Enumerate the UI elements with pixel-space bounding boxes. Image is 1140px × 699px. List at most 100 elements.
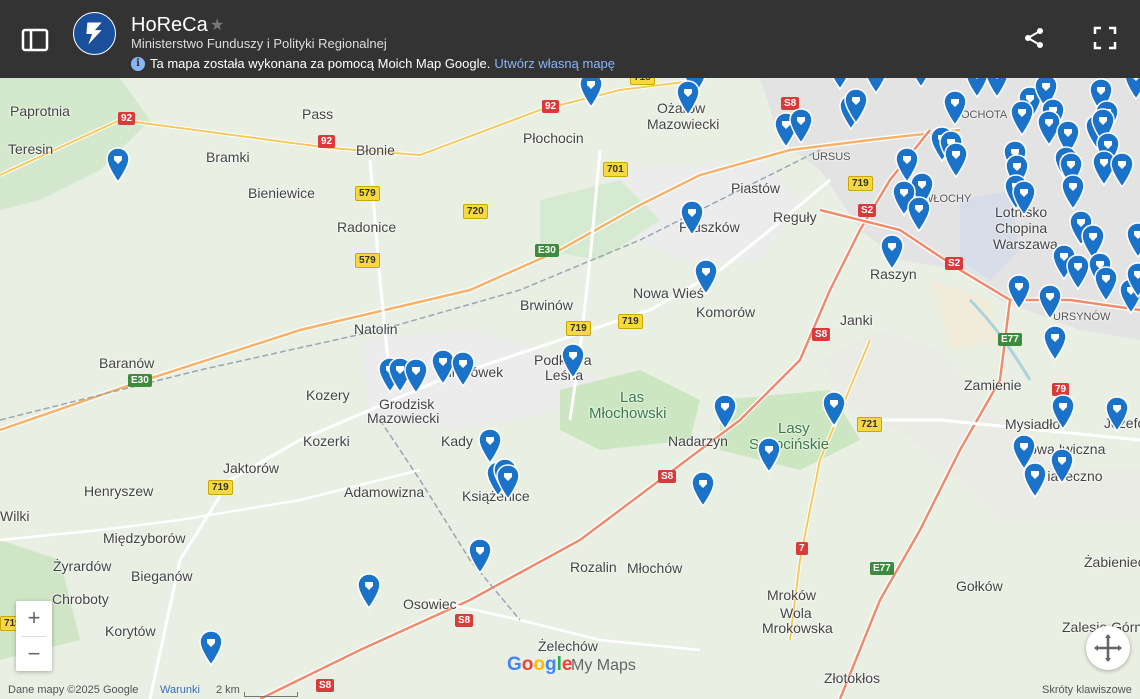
location-pin-icon[interactable] — [1010, 100, 1034, 137]
place-label: URSUS — [812, 151, 851, 163]
place-label: OCHOTA — [961, 109, 1008, 121]
location-pin-icon[interactable] — [713, 394, 737, 431]
location-pin-icon[interactable] — [1061, 174, 1085, 211]
location-pin-icon[interactable] — [909, 78, 933, 89]
place-label: Żelechów — [538, 638, 598, 654]
fullscreen-icon[interactable] — [1093, 26, 1117, 50]
location-pin-icon[interactable] — [944, 142, 968, 179]
info-icon: i — [131, 56, 145, 71]
location-pin-icon[interactable] — [1066, 254, 1090, 291]
location-pin-icon[interactable] — [943, 90, 967, 127]
place-label: Płochocin — [523, 130, 584, 146]
place-label: Kozery — [306, 387, 350, 403]
location-pin-icon[interactable] — [822, 391, 846, 428]
place-label: Natolin — [354, 321, 398, 337]
scale-label[interactable]: 2 km — [216, 684, 240, 696]
location-pin-icon[interactable] — [985, 78, 1009, 99]
location-pin-icon[interactable] — [1007, 274, 1031, 311]
my-location-button[interactable] — [1086, 626, 1130, 670]
place-label: Rozalin — [570, 559, 617, 575]
place-label: Osowiec — [403, 596, 457, 612]
road-number-badge: 92 — [318, 135, 336, 148]
keyboard-shortcuts-link[interactable]: Skróty klawiszowe — [1042, 684, 1132, 696]
share-icon[interactable] — [1022, 26, 1046, 50]
road-number-badge: 718 — [630, 78, 655, 85]
place-label: Chopina — [995, 220, 1048, 236]
road-number-badge: 7 — [796, 542, 808, 555]
map-canvas[interactable]: Paprotnia Teresin Pass Błonie Płochocin Ożaró… — [0, 78, 1140, 699]
place-label: Mazowiecki — [367, 410, 440, 426]
location-pin-icon[interactable] — [1110, 152, 1134, 189]
location-pin-icon[interactable] — [1050, 448, 1074, 485]
app-header: HoReCa ★ Ministerstwo Funduszy i Polityk… — [0, 0, 1140, 78]
place-label: Brwinów — [520, 297, 573, 313]
location-pin-icon[interactable] — [757, 437, 781, 474]
road-number-badge: S2 — [858, 204, 877, 217]
road-number-badge: 92 — [118, 112, 136, 125]
road-number-badge: 579 — [355, 186, 380, 201]
map-title: HoReCa — [131, 14, 208, 36]
place-label: Bieganów — [131, 568, 193, 584]
place-label: Komorów — [696, 304, 756, 320]
location-pin-icon[interactable] — [1038, 284, 1062, 321]
location-pin-icon[interactable] — [1051, 394, 1075, 431]
location-pin-icon[interactable] — [1124, 78, 1140, 101]
location-pin-icon[interactable] — [1023, 462, 1047, 499]
place-label: Gołków — [956, 578, 1003, 594]
road-number-badge: S8 — [455, 614, 474, 627]
place-label: Adamowizna — [344, 484, 425, 500]
location-pin-icon[interactable] — [828, 78, 852, 91]
location-pin-icon[interactable] — [404, 358, 428, 395]
location-pin-icon[interactable] — [579, 78, 603, 109]
road-number-badge: 721 — [857, 417, 882, 432]
location-pin-icon[interactable] — [680, 200, 704, 237]
location-pin-icon[interactable] — [1094, 266, 1118, 303]
map-attribution: Dane mapy ©2025 Google — [8, 684, 139, 696]
location-pin-icon[interactable] — [106, 147, 130, 184]
location-pin-icon[interactable] — [1043, 325, 1067, 362]
place-label: Błonie — [356, 142, 395, 158]
place-label: Młochów — [627, 560, 683, 576]
road-number-badge: E30 — [535, 244, 559, 257]
sidebar-toggle-icon[interactable] — [20, 26, 50, 54]
place-label: Paprotnia — [10, 103, 70, 119]
place-label: Janki — [840, 312, 873, 328]
create-map-link[interactable]: Utwórz własną mapę — [494, 56, 615, 71]
star-icon[interactable]: ★ — [210, 15, 224, 35]
place-label: Żyrardów — [53, 558, 112, 574]
location-pin-icon[interactable] — [864, 78, 888, 95]
place-label: Piastów — [731, 180, 781, 196]
location-pin-icon[interactable] — [676, 80, 700, 117]
location-pin-icon[interactable] — [1105, 396, 1129, 433]
road-number-badge: S8 — [658, 470, 677, 483]
place-label: Międzyborów — [103, 530, 186, 546]
crosshair-icon — [1094, 634, 1122, 662]
zoom-out-button[interactable]: − — [16, 637, 52, 671]
map-subtitle: Ministerstwo Funduszy i Polityki Regiona… — [131, 36, 387, 51]
location-pin-icon[interactable] — [694, 259, 718, 296]
location-pin-icon[interactable] — [561, 343, 585, 380]
zoom-in-button[interactable]: + — [16, 601, 52, 635]
location-pin-icon[interactable] — [199, 630, 223, 667]
place-label: Chroboty — [52, 591, 109, 607]
location-pin-icon[interactable] — [451, 351, 475, 388]
organization-logo — [73, 12, 116, 55]
location-pin-icon[interactable] — [691, 471, 715, 508]
location-pin-icon[interactable] — [468, 538, 492, 575]
location-pin-icon[interactable] — [880, 234, 904, 271]
location-pin-icon[interactable] — [1012, 180, 1036, 217]
place-label: Warszawa — [993, 236, 1058, 252]
place-label: Pass — [302, 106, 334, 122]
road-number-badge: 719 — [566, 321, 591, 336]
location-pin-icon[interactable] — [496, 464, 520, 501]
location-pin-icon[interactable] — [1126, 262, 1140, 299]
place-label: Radonice — [337, 219, 397, 235]
location-pin-icon[interactable] — [907, 196, 931, 233]
place-label: Jaktorów — [223, 460, 280, 476]
location-pin-icon[interactable] — [1126, 222, 1140, 259]
place-label: Mroków — [767, 587, 817, 603]
location-pin-icon[interactable] — [357, 573, 381, 610]
google-logo: Google — [507, 654, 573, 675]
location-pin-icon[interactable] — [789, 108, 813, 145]
terms-link[interactable]: Warunki — [160, 684, 200, 696]
